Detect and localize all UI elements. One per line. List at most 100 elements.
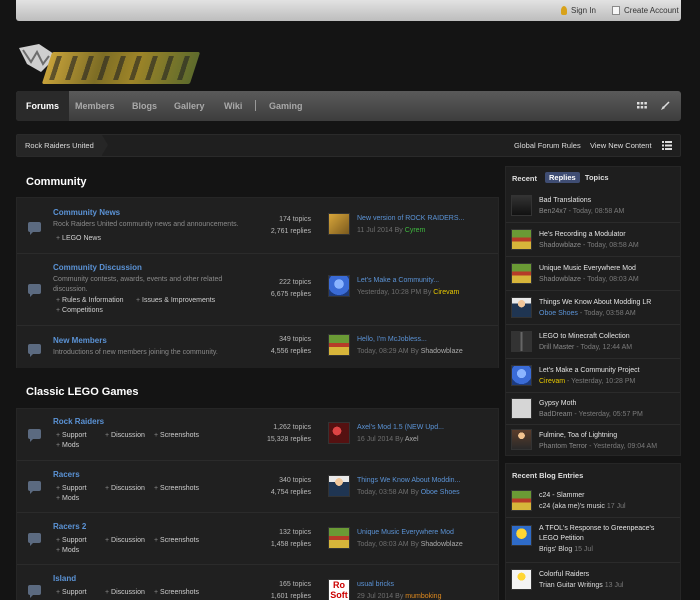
subforum-link[interactable]: Discussion xyxy=(105,537,145,544)
blog-name[interactable]: Brigs' Blog xyxy=(539,546,572,553)
last-post-avatar[interactable]: Ro Soft xyxy=(328,579,350,600)
subforum-link[interactable]: Support xyxy=(56,589,87,596)
last-post-author[interactable]: Cyrem xyxy=(405,227,426,234)
recent-item[interactable]: Things We Know About Modding LR Oboe Sho… xyxy=(506,291,680,325)
recent-item[interactable]: LEGO to Minecraft Collection Drill Maste… xyxy=(506,325,680,359)
view-new-content-link[interactable]: View New Content xyxy=(590,135,652,156)
subforum-link[interactable]: Discussion xyxy=(105,485,145,492)
blog-name[interactable]: c24 (aka me)'s music xyxy=(539,503,605,510)
blog-item[interactable]: c24 - Slammer c24 (aka me)'s music 17 Ju… xyxy=(506,484,680,518)
last-post-title[interactable]: Hello, I'm McJobless... xyxy=(357,336,427,343)
recent-avatar[interactable] xyxy=(511,263,532,284)
recent-user[interactable]: Cirevam xyxy=(539,378,565,385)
tab-members[interactable]: Members xyxy=(75,91,115,121)
last-post-author[interactable]: Cirevam xyxy=(433,289,459,296)
last-post-avatar[interactable] xyxy=(328,422,350,444)
recent-title[interactable]: Bad Translations xyxy=(539,197,591,204)
blog-item[interactable]: A TFOL's Response to Greenpeace's LEGO P… xyxy=(506,518,680,563)
subforum-link[interactable]: Support xyxy=(56,485,87,492)
subforum-link[interactable]: Screenshots xyxy=(154,589,199,596)
recent-avatar[interactable] xyxy=(511,297,532,318)
recent-user[interactable]: BadDream xyxy=(539,411,572,418)
recent-item[interactable]: Bad Translations Ben24x7 - Today, 08:58 … xyxy=(506,189,680,223)
recent-item[interactable]: Gypsy Moth BadDream - Yesterday, 05:57 P… xyxy=(506,393,680,425)
blog-title[interactable]: Colorful Raiders xyxy=(539,571,589,578)
last-post-author[interactable]: Shadowblaze xyxy=(421,541,463,548)
recent-title[interactable]: Unique Music Everywhere Mod xyxy=(539,265,636,272)
subforum-link[interactable]: Screenshots xyxy=(154,537,199,544)
last-post-avatar[interactable] xyxy=(328,213,350,235)
subforum-link[interactable]: Support xyxy=(56,432,87,439)
blog-item[interactable]: Colorful Raiders Trian Guitar Writings 1… xyxy=(506,563,680,600)
last-post-title[interactable]: usual bricks xyxy=(357,581,394,588)
recent-item[interactable]: He's Recording a Modulator Shadowblaze -… xyxy=(506,223,680,257)
subforum-link[interactable]: Issues & Improvements xyxy=(136,297,215,304)
recent-user[interactable]: Drill Master xyxy=(539,344,574,351)
forum-title[interactable]: Racers 2 xyxy=(53,522,86,531)
blog-avatar[interactable] xyxy=(511,490,532,511)
last-post-title[interactable]: Let's Make a Community... xyxy=(357,277,439,284)
blog-title-continued[interactable]: LEGO Petition xyxy=(539,535,584,542)
forum-title[interactable]: Community Discussion xyxy=(53,263,142,272)
recent-title[interactable]: Things We Know About Modding LR xyxy=(539,299,651,306)
global-forum-rules-link[interactable]: Global Forum Rules xyxy=(514,135,581,156)
sign-in-link[interactable]: Sign In xyxy=(561,6,596,15)
recent-title[interactable]: Fulmine, Toa of Lightning xyxy=(539,432,617,439)
recent-item[interactable]: Fulmine, Toa of Lightning Phantom Terror… xyxy=(506,425,680,456)
tab-wiki[interactable]: Wiki xyxy=(224,91,242,121)
last-post-avatar[interactable] xyxy=(328,475,350,497)
list-icon[interactable] xyxy=(662,141,672,150)
site-logo[interactable] xyxy=(17,40,201,86)
blog-title[interactable]: A TFOL's Response to Greenpeace's xyxy=(539,525,654,532)
blog-avatar[interactable] xyxy=(511,569,532,590)
create-account-link[interactable]: Create Account xyxy=(612,6,679,15)
last-post-title[interactable]: Axel's Mod 1.5 (NEW Upd... xyxy=(357,424,444,431)
subforum-link[interactable]: Mods xyxy=(56,495,79,502)
recent-avatar[interactable] xyxy=(511,195,532,216)
subforum-link[interactable]: Discussion xyxy=(105,589,145,596)
recent-title[interactable]: Let's Make a Community Project xyxy=(539,367,640,374)
recent-item[interactable]: Unique Music Everywhere Mod Shadowblaze … xyxy=(506,257,680,291)
forum-title[interactable]: New Members xyxy=(53,336,107,345)
recent-item[interactable]: Let's Make a Community Project Cirevam -… xyxy=(506,359,680,393)
last-post-title[interactable]: Things We Know About Moddin... xyxy=(357,477,460,484)
last-post-title[interactable]: Unique Music Everywhere Mod xyxy=(357,529,454,536)
last-post-author[interactable]: Axel xyxy=(405,436,419,443)
forum-title[interactable]: Island xyxy=(53,574,76,583)
last-post-author[interactable]: Shadowblaze xyxy=(421,348,463,355)
recent-title[interactable]: Gypsy Moth xyxy=(539,400,576,407)
recent-avatar[interactable] xyxy=(511,365,532,386)
recent-avatar[interactable] xyxy=(511,331,532,352)
tab-gallery[interactable]: Gallery xyxy=(174,91,205,121)
subforum-link[interactable]: LEGO News xyxy=(56,235,101,242)
tab-gaming[interactable]: Gaming xyxy=(269,91,303,121)
blog-avatar[interactable] xyxy=(511,525,532,546)
tab-replies[interactable]: Replies xyxy=(545,172,580,183)
subforum-link[interactable]: Mods xyxy=(56,547,79,554)
last-post-title[interactable]: New version of ROCK RAIDERS... xyxy=(357,215,464,222)
last-post-avatar[interactable] xyxy=(328,334,350,356)
blog-title[interactable]: c24 - Slammer xyxy=(539,492,585,499)
subforum-link[interactable]: Screenshots xyxy=(154,485,199,492)
last-post-author[interactable]: mumboking xyxy=(405,593,441,600)
forum-title[interactable]: Rock Raiders xyxy=(53,417,104,426)
forum-title[interactable]: Community News xyxy=(53,208,120,217)
blog-name[interactable]: Trian Guitar Writings xyxy=(539,582,603,589)
subforum-link[interactable]: Screenshots xyxy=(154,432,199,439)
tab-blogs[interactable]: Blogs xyxy=(132,91,157,121)
recent-title[interactable]: LEGO to Minecraft Collection xyxy=(539,333,630,340)
forum-title[interactable]: Racers xyxy=(53,470,80,479)
recent-user[interactable]: Ben24x7 xyxy=(539,208,567,215)
subforum-link[interactable]: Mods xyxy=(56,442,79,449)
breadcrumb-home[interactable]: Rock Raiders United xyxy=(17,135,108,156)
brush-icon[interactable] xyxy=(660,101,670,111)
last-post-avatar[interactable] xyxy=(328,527,350,549)
recent-user[interactable]: Shadowblaze xyxy=(539,242,581,249)
tab-topics[interactable]: Topics xyxy=(585,173,609,182)
recent-avatar[interactable] xyxy=(511,398,532,419)
subforum-link[interactable]: Discussion xyxy=(105,432,145,439)
subforum-link[interactable]: Support xyxy=(56,537,87,544)
recent-user[interactable]: Shadowblaze xyxy=(539,276,581,283)
last-post-author[interactable]: Oboe Shoes xyxy=(421,489,460,496)
grid-icon[interactable] xyxy=(637,101,647,111)
